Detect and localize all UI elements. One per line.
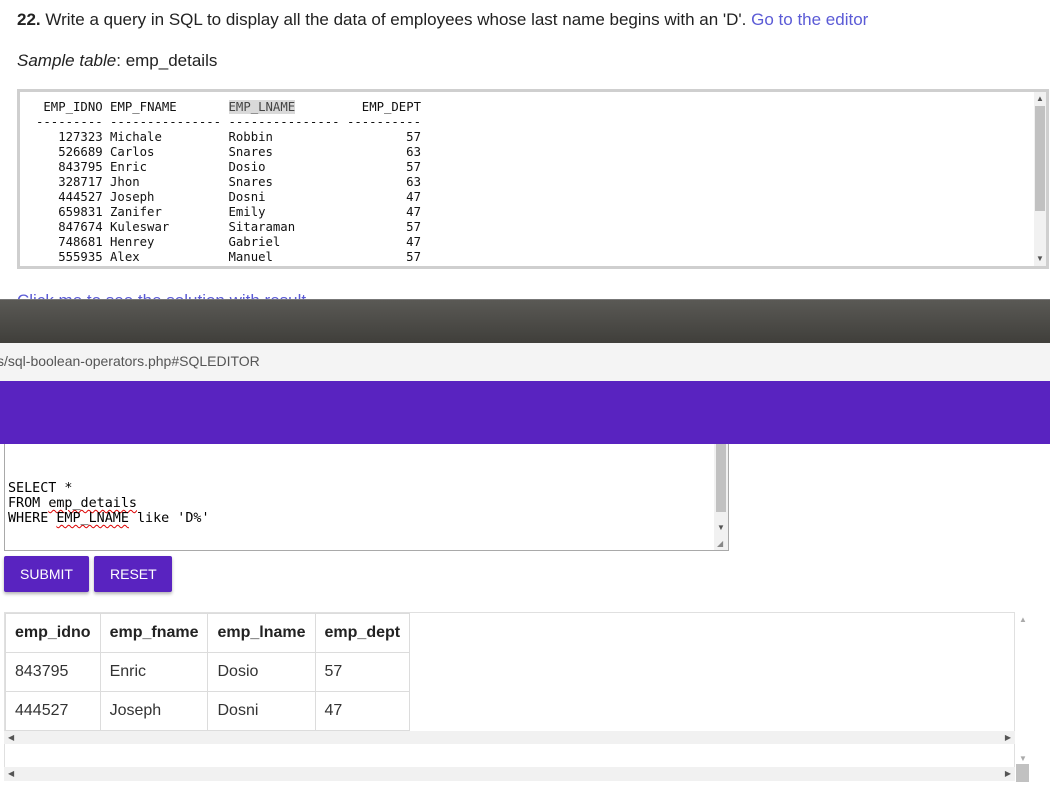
sql-editor-line[interactable]: SELECT * [8, 481, 73, 496]
sample-row: 748681 Henrey Gabriel 47 [36, 235, 421, 249]
scroll-down-arrow-icon[interactable]: ▼ [1036, 255, 1044, 263]
frame-scroll-thumb[interactable] [1016, 764, 1029, 782]
scroll-left-arrow-icon[interactable]: ◀ [8, 734, 14, 742]
frame-scroll-down-icon[interactable]: ▼ [1019, 755, 1027, 763]
sql-editor-code[interactable]: SELECT * FROM emp_details WHERE EMP_LNAM… [8, 481, 210, 526]
spellcheck-word: EMP_LNAME [56, 511, 129, 526]
window-titlebar [0, 299, 1050, 344]
sample-table-caption: Sample table: emp_details [17, 51, 218, 70]
sample-col-header: EMP_IDNO [36, 100, 103, 114]
sql-editor[interactable]: SELECT * FROM emp_details WHERE EMP_LNAM… [4, 444, 729, 551]
sample-col-header: EMP_FNAME [110, 100, 222, 114]
frame-horizontal-scrollbar[interactable]: ◀ ▶ [4, 767, 1015, 781]
result-horizontal-scrollbar[interactable]: ◀ ▶ [4, 731, 1015, 744]
sql-editor-line[interactable]: WHERE EMP_LNAME like 'D%' [8, 511, 210, 526]
sample-table-box[interactable]: EMP_IDNO EMP_FNAME EMP_LNAME EMP_DEPT --… [17, 89, 1049, 269]
result-row: 444527 Joseph Dosni 47 [5, 691, 411, 731]
reset-button[interactable]: RESET [94, 556, 172, 592]
editor-scroll-thumb[interactable] [716, 444, 726, 512]
result-column-header: emp_fname [99, 613, 209, 653]
sample-row: 328717 Jhon Snares 63 [36, 175, 421, 189]
resize-handle-icon[interactable]: ◢ [717, 540, 723, 548]
sample-row: 843795 Enric Dosio 57 [36, 160, 421, 174]
sample-row: 127323 Michale Robbin 57 [36, 130, 421, 144]
result-column-header: emp_dept [314, 613, 411, 653]
spellcheck-word: emp_details [48, 496, 137, 511]
question-heading: 22. Write a query in SQL to display all … [17, 10, 868, 30]
result-header-row: emp_idno emp_fname emp_lname emp_dept [5, 613, 411, 653]
sample-table-name: emp_details [125, 51, 218, 70]
result-cell: Enric [99, 652, 209, 692]
result-column-header: emp_idno [5, 613, 101, 653]
frame-scroll-up-icon[interactable]: ▲ [1019, 616, 1027, 624]
sample-table-label: Sample table [17, 51, 117, 70]
sample-row: 847674 Kuleswar Sitaraman 57 [36, 220, 421, 234]
result-cell: 843795 [5, 652, 101, 692]
scroll-right-arrow-icon[interactable]: ▶ [1005, 734, 1011, 742]
sample-scroll-thumb[interactable] [1035, 106, 1045, 211]
frame-scroll-left-icon[interactable]: ◀ [8, 770, 14, 778]
editor-scroll-down-icon[interactable]: ▼ [717, 524, 725, 532]
address-bar[interactable]: s/sql-boolean-operators.php#SQLEDITOR [0, 343, 1050, 381]
address-url[interactable]: s/sql-boolean-operators.php#SQLEDITOR [0, 353, 260, 369]
sample-vertical-scrollbar[interactable]: ▲ ▼ [1034, 92, 1046, 266]
result-cell: Dosni [207, 691, 316, 731]
sql-editor-line[interactable]: FROM emp_details [8, 496, 137, 511]
sample-col-header: EMP_DEPT [346, 100, 422, 114]
question-text: Write a query in SQL to display all the … [45, 10, 747, 29]
sample-row: 526689 Carlos Snares 63 [36, 145, 421, 159]
editor-header-bar [0, 381, 1050, 444]
frame-vertical-scrollbar[interactable]: ▲ ▼ [1015, 612, 1030, 780]
result-cell: 57 [314, 652, 411, 692]
editor-vertical-scrollbar[interactable]: ▼ ◢ [714, 444, 728, 550]
sample-row: 555935 Alex Manuel 57 [36, 250, 421, 264]
sample-table-text: EMP_IDNO EMP_FNAME EMP_LNAME EMP_DEPT --… [36, 100, 421, 265]
result-cell: 444527 [5, 691, 101, 731]
sample-header-row: EMP_IDNO EMP_FNAME EMP_LNAME EMP_DEPT [36, 100, 421, 114]
submit-button[interactable]: SUBMIT [4, 556, 89, 592]
result-cell: Dosio [207, 652, 316, 692]
sample-divider: --------- --------------- --------------… [36, 115, 421, 129]
frame-scroll-right-icon[interactable]: ▶ [1005, 770, 1011, 778]
sample-row: 659831 Zanifer Emily 47 [36, 205, 421, 219]
go-to-editor-link[interactable]: Go to the editor [751, 10, 868, 29]
sample-row: 444527 Joseph Dosni 47 [36, 190, 421, 204]
result-table: emp_idno emp_fname emp_lname emp_dept 84379… [5, 613, 411, 731]
result-column-header: emp_lname [207, 613, 316, 653]
question-number: 22. [17, 10, 41, 29]
result-cell: 47 [314, 691, 411, 731]
result-row: 843795 Enric Dosio 57 [5, 652, 411, 692]
result-cell: Joseph [99, 691, 209, 731]
scroll-up-arrow-icon[interactable]: ▲ [1036, 95, 1044, 103]
sample-col-header: EMP_LNAME [228, 100, 296, 114]
